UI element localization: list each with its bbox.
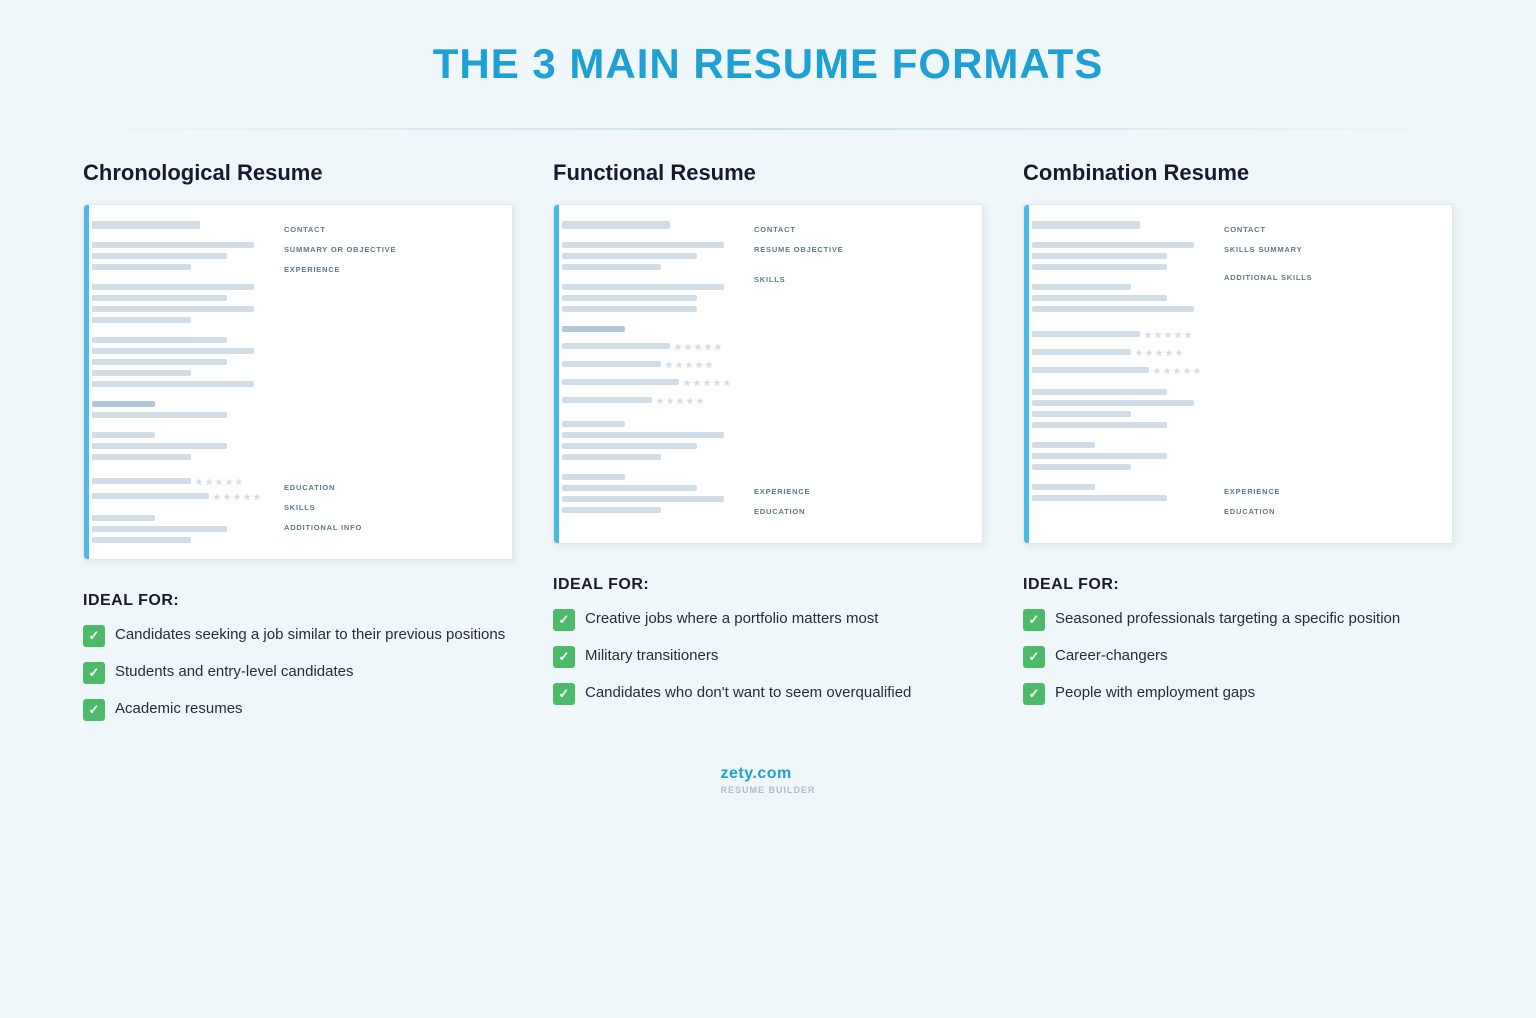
ideal-title-chron: IDEAL FOR: [83,592,513,610]
blue-accent-chron [84,205,89,559]
section-label-chron-3: EDUCATION [284,483,500,492]
ideal-text-chron-2: Academic resumes [115,698,243,720]
section-label-func-0: CONTACT [754,225,970,234]
columns-container: Chronological Resume [60,160,1476,735]
ideal-text-func-2: Candidates who don't want to seem overqu… [585,682,911,704]
ideal-item-combo-2: People with employment gaps [1023,682,1453,705]
section-label-chron-5: ADDITIONAL INFO [284,523,500,532]
ideal-text-combo-1: Career-changers [1055,645,1168,667]
section-label-func-4: EDUCATION [754,507,970,516]
checkmark-combo-2 [1023,683,1045,705]
ideal-item-func-1: Military transitioners [553,645,983,668]
ideal-item-func-0: Creative jobs where a portfolio matters … [553,608,983,631]
resume-right-func: CONTACT RESUME OBJECTIVE SKILLS EXPERIEN… [754,221,970,527]
resume-mockup-chronological: CONTACT SUMMARY OR OBJECTIVE EXPERIENCE … [83,204,513,560]
ideal-item-chron-2: Academic resumes [83,698,513,721]
section-label-func-3: EXPERIENCE [754,487,970,496]
ideal-title-func: IDEAL FOR: [553,576,983,594]
col-title-chronological: Chronological Resume [83,160,513,186]
blue-accent-combo [1024,205,1029,543]
section-label-combo-3: EXPERIENCE [1224,487,1440,496]
ideal-section-func: IDEAL FOR: Creative jobs where a portfol… [553,576,983,719]
section-label-func-2: SKILLS [754,275,970,284]
ideal-section-combo: IDEAL FOR: Seasoned professionals target… [1023,576,1453,719]
section-label-chron-4: SKILLS [284,503,500,512]
section-label-combo-1: SKILLS SUMMARY [1224,245,1440,254]
ideal-item-combo-1: Career-changers [1023,645,1453,668]
ideal-text-func-1: Military transitioners [585,645,718,667]
resume-right-combo: CONTACT SKILLS SUMMARY ADDITIONAL SKILLS… [1224,221,1440,527]
ideal-item-combo-0: Seasoned professionals targeting a speci… [1023,608,1453,631]
footer: zety.com RESUME BUILDER [720,765,815,795]
ideal-text-chron-1: Students and entry-level candidates [115,661,353,683]
section-label-func-1: RESUME OBJECTIVE [754,245,970,254]
checkmark-combo-0 [1023,609,1045,631]
title-divider [60,128,1476,130]
section-label-combo-0: CONTACT [1224,225,1440,234]
checkmark-func-2 [553,683,575,705]
footer-brand: zety.com [720,765,791,782]
checkmark-chron-2 [83,699,105,721]
col-title-combination: Combination Resume [1023,160,1453,186]
resume-left-chron [92,221,272,543]
col-title-functional: Functional Resume [553,160,983,186]
col-functional: Functional Resume [553,160,983,735]
section-label-chron-0: CONTACT [284,225,500,234]
ideal-section-chron: IDEAL FOR: Candidates seeking a job simi… [83,592,513,735]
resume-mockup-functional: CONTACT RESUME OBJECTIVE SKILLS EXPERIEN… [553,204,983,544]
col-chronological: Chronological Resume [83,160,513,735]
section-label-chron-2: EXPERIENCE [284,265,500,274]
col-combination: Combination Resume [1023,160,1453,735]
checkmark-chron-1 [83,662,105,684]
resume-left-func [562,221,742,527]
ideal-text-combo-0: Seasoned professionals targeting a speci… [1055,608,1400,630]
section-label-chron-1: SUMMARY OR OBJECTIVE [284,245,500,254]
page-title: THE 3 MAIN RESUME FORMATS [433,40,1104,88]
resume-mockup-combination: CONTACT SKILLS SUMMARY ADDITIONAL SKILLS… [1023,204,1453,544]
checkmark-func-1 [553,646,575,668]
ideal-item-func-2: Candidates who don't want to seem overqu… [553,682,983,705]
footer-sub: RESUME BUILDER [720,785,815,795]
ideal-text-func-0: Creative jobs where a portfolio matters … [585,608,878,630]
ideal-text-chron-0: Candidates seeking a job similar to thei… [115,624,505,646]
ideal-item-chron-1: Students and entry-level candidates [83,661,513,684]
ideal-item-chron-0: Candidates seeking a job similar to thei… [83,624,513,647]
section-label-combo-2: ADDITIONAL SKILLS [1224,273,1440,282]
blue-accent-func [554,205,559,543]
checkmark-combo-1 [1023,646,1045,668]
resume-right-chron: CONTACT SUMMARY OR OBJECTIVE EXPERIENCE … [284,221,500,543]
section-label-combo-4: EDUCATION [1224,507,1440,516]
ideal-title-combo: IDEAL FOR: [1023,576,1453,594]
checkmark-func-0 [553,609,575,631]
checkmark-chron-0 [83,625,105,647]
ideal-text-combo-2: People with employment gaps [1055,682,1255,704]
resume-left-combo [1032,221,1212,527]
